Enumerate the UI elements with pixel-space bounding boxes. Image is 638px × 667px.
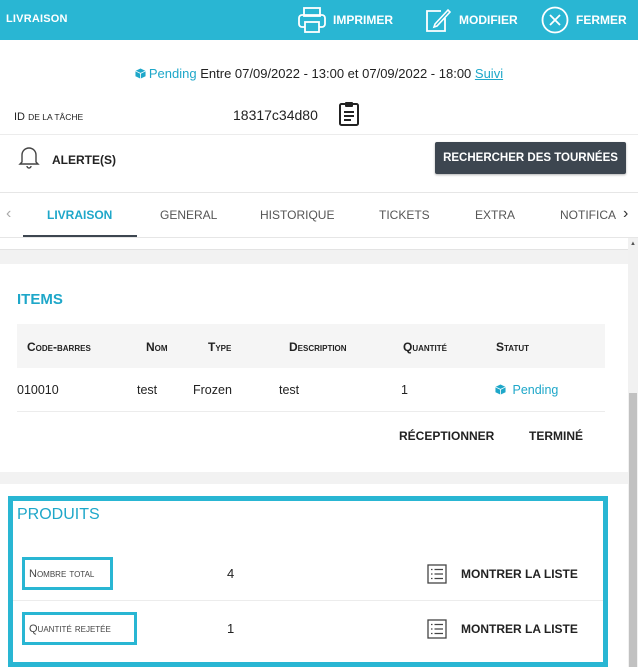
delivery-window: Entre 07/09/2022 - 13:00 et 07/09/2022 -… xyxy=(200,66,472,81)
items-card: ITEMS Code-barres Nom Type Description Q… xyxy=(0,264,628,472)
produits-card: PRODUITS Nombre total 4 MONTRER LA LISTE… xyxy=(0,484,628,667)
tab-extra[interactable]: EXTRA xyxy=(475,208,515,222)
list-icon xyxy=(427,564,447,584)
search-tours-button[interactable]: RECHERCHER DES TOURNÉES xyxy=(435,142,626,174)
printer-icon xyxy=(298,7,326,33)
close-button[interactable]: FERMER xyxy=(540,4,627,36)
cell-type: Frozen xyxy=(193,383,232,397)
tab-tickets[interactable]: TICKETS xyxy=(379,208,430,222)
status-line: Pending Entre 07/09/2022 - 13:00 et 07/0… xyxy=(0,66,638,81)
col-type: Type xyxy=(208,340,232,354)
task-id-label: ID DE LA TÂCHE xyxy=(14,111,83,123)
show-list-label: MONTRER LA LISTE xyxy=(461,567,578,581)
tab-bar: ‹ LIVRAISON GENERAL HISTORIQUE TICKETS E… xyxy=(0,192,638,238)
show-list-label: MONTRER LA LISTE xyxy=(461,622,578,636)
rejected-quantity-label: Quantité rejetée xyxy=(22,612,137,645)
cell-description: test xyxy=(279,383,300,397)
tabs-right-arrow-icon[interactable]: › xyxy=(623,205,628,223)
task-id-label-main: ID xyxy=(14,111,25,123)
cell-name: test xyxy=(137,383,158,397)
task-header: Pending Entre 07/09/2022 - 13:00 et 07/0… xyxy=(0,40,638,192)
tab-notifications[interactable]: NOTIFICA xyxy=(560,208,616,222)
col-description: Description xyxy=(289,340,347,354)
produits-title: PRODUITS xyxy=(17,506,100,523)
task-id-row: ID DE LA TÂCHE 18317c34d80 xyxy=(0,97,638,135)
list-icon xyxy=(427,619,447,639)
col-name: Nom xyxy=(146,340,168,354)
status-text: Pending xyxy=(148,66,197,81)
cell-status-text: Pending xyxy=(512,383,559,397)
cube-icon xyxy=(495,384,506,395)
clipboard-icon[interactable] xyxy=(338,101,360,127)
list-item: Nombre total 4 MONTRER LA LISTE xyxy=(13,547,603,601)
show-list-button-total[interactable]: MONTRER LA LISTE xyxy=(427,559,578,589)
cube-icon xyxy=(135,68,146,79)
edit-icon xyxy=(426,8,452,32)
table-row[interactable]: 010010 test Frozen test 1 Pending xyxy=(17,368,605,412)
tracking-link[interactable]: Suivi xyxy=(475,66,503,81)
alerts-label[interactable]: ALERTE(S) xyxy=(52,153,116,167)
receive-button[interactable]: RÉCEPTIONNER xyxy=(399,429,494,443)
close-circle-icon xyxy=(541,6,569,34)
col-barcode: Code-barres xyxy=(27,340,91,354)
rejected-quantity-value: 1 xyxy=(227,621,235,636)
previous-card xyxy=(0,238,628,250)
cell-quantity: 1 xyxy=(401,383,408,397)
top-bar: LIVRAISON IMPRIMER MODIFIER FERMER xyxy=(0,0,638,40)
bell-icon[interactable] xyxy=(18,145,40,169)
edit-button[interactable]: MODIFIER xyxy=(423,4,518,36)
edit-label: MODIFIER xyxy=(459,13,518,27)
items-table-header: Code-barres Nom Type Description Quantit… xyxy=(17,324,605,368)
total-count-value: 4 xyxy=(227,566,235,581)
alerts-row: ALERTE(S) RECHERCHER DES TOURNÉES xyxy=(0,136,638,192)
total-count-label: Nombre total xyxy=(22,557,113,590)
window-title: LIVRAISON xyxy=(6,13,68,25)
active-tab-indicator xyxy=(23,235,137,237)
task-id-value: 18317c34d80 xyxy=(233,107,318,123)
list-item: Quantité rejetée 1 MONTRER LA LISTE xyxy=(13,602,603,656)
scrollbar-thumb[interactable] xyxy=(629,393,637,667)
done-button[interactable]: TERMINÉ xyxy=(529,429,583,443)
col-quantity: Quantité xyxy=(403,340,447,354)
tabs-left-arrow-icon[interactable]: ‹ xyxy=(6,205,11,223)
cell-barcode: 010010 xyxy=(17,383,59,397)
col-status: Statut xyxy=(496,340,530,354)
tab-general[interactable]: GENERAL xyxy=(160,208,217,222)
content-area: ITEMS Code-barres Nom Type Description Q… xyxy=(0,238,628,667)
items-title: ITEMS xyxy=(17,291,63,308)
cell-status: Pending xyxy=(495,383,558,397)
print-button[interactable]: IMPRIMER xyxy=(297,4,393,36)
scroll-up-arrow-icon[interactable]: ▲ xyxy=(630,241,636,247)
tab-historique[interactable]: HISTORIQUE xyxy=(260,208,334,222)
print-label: IMPRIMER xyxy=(333,13,393,27)
close-label: FERMER xyxy=(576,13,627,27)
tab-livraison[interactable]: LIVRAISON xyxy=(47,208,112,222)
task-id-label-small: DE LA TÂCHE xyxy=(28,112,84,122)
show-list-button-rejected[interactable]: MONTRER LA LISTE xyxy=(427,614,578,644)
